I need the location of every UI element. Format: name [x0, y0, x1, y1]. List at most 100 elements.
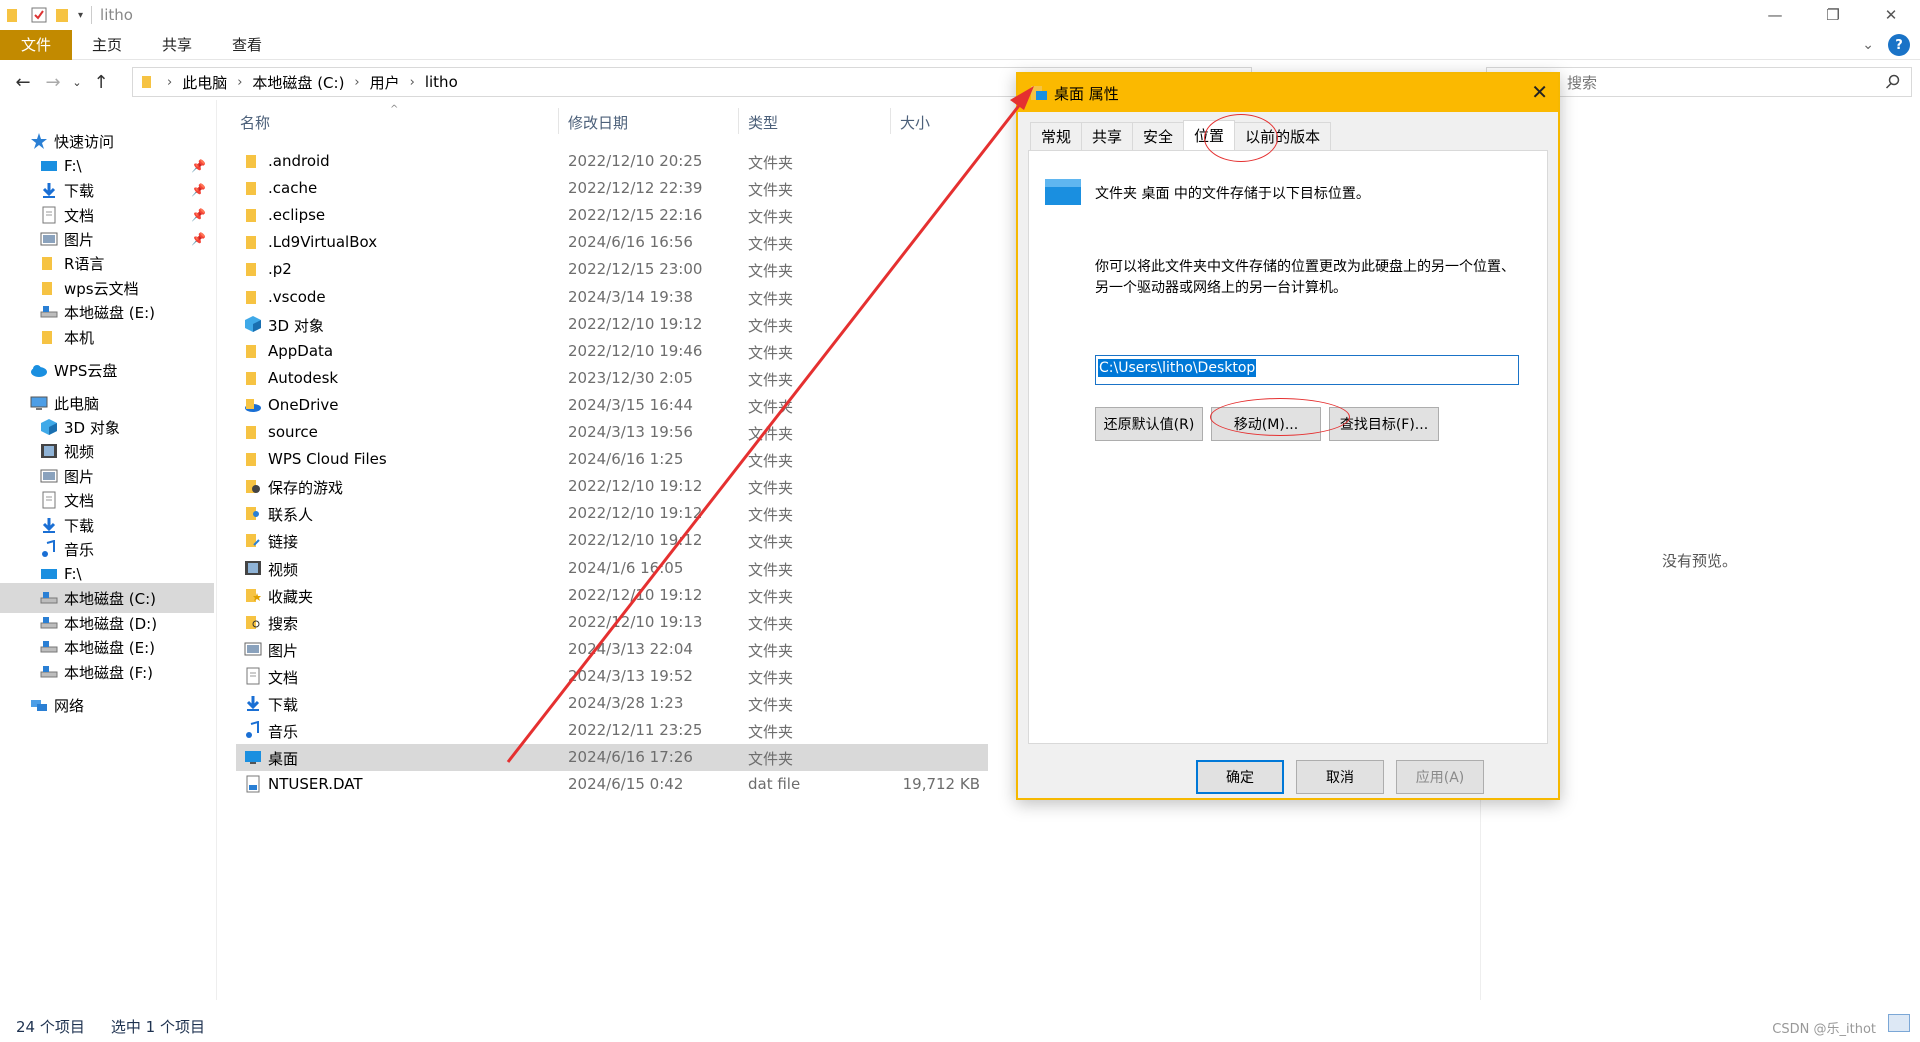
location-path-field[interactable]: C:\Users\litho\Desktop: [1095, 355, 1519, 385]
file-name: 音乐: [268, 723, 299, 742]
table-row[interactable]: 视频 2024/1/6 16:05 文件夹: [236, 555, 988, 582]
document-icon: [42, 491, 56, 509]
disk-icon: [40, 592, 58, 604]
table-row[interactable]: .cache 2022/12/12 22:39 文件夹: [236, 175, 988, 202]
recent-dropdown-icon[interactable]: ⌄: [68, 76, 86, 89]
ok-button[interactable]: 确定: [1196, 760, 1284, 794]
restore-default-button[interactable]: 还原默认值(R): [1095, 407, 1203, 441]
chevron-right-icon: ›: [409, 74, 415, 90]
table-row[interactable]: 桌面 2024/6/16 17:26 文件夹: [236, 744, 988, 772]
table-row[interactable]: .eclipse 2022/12/15 22:16 文件夹: [236, 202, 988, 229]
sidebar-item-label: wps云文档: [64, 279, 139, 298]
file-type: 文件夹: [748, 452, 794, 471]
file-type: 文件夹: [748, 289, 794, 308]
tab-previous-versions[interactable]: 以前的版本: [1234, 122, 1332, 150]
up-arrow-icon[interactable]: ↑: [86, 72, 116, 93]
minimize-icon[interactable]: —: [1746, 0, 1804, 30]
tab-view[interactable]: 查看: [212, 30, 282, 60]
tab-file[interactable]: 文件: [0, 29, 72, 60]
breadcrumb-users[interactable]: 用户: [370, 72, 400, 93]
file-name: 搜索: [268, 614, 299, 633]
properties-icon[interactable]: [30, 6, 48, 24]
file-name: .android: [268, 152, 330, 170]
tab-share[interactable]: 共享: [142, 30, 212, 60]
column-size[interactable]: 大小: [900, 112, 930, 133]
document-icon: [246, 667, 260, 685]
file-date: 2022/12/15 22:16: [568, 206, 703, 225]
tab-general[interactable]: 常规: [1030, 122, 1083, 150]
find-target-button[interactable]: 查找目标(F)...: [1329, 407, 1439, 441]
table-row[interactable]: 保存的游戏 2022/12/10 19:12 文件夹: [236, 473, 988, 500]
cancel-button[interactable]: 取消: [1296, 760, 1384, 794]
folder-icon[interactable]: [6, 6, 24, 24]
sidebar-item[interactable]: WPS云盘: [0, 355, 214, 385]
table-row[interactable]: 音乐 2022/12/11 23:25 文件夹: [236, 717, 988, 744]
watermark: CSDN @乐_ithot: [1772, 1022, 1876, 1037]
table-row[interactable]: .p2 2022/12/15 23:00 文件夹: [236, 256, 988, 283]
table-row[interactable]: .android 2022/12/10 20:25 文件夹: [236, 148, 988, 175]
table-row[interactable]: .vscode 2024/3/14 19:38 文件夹: [236, 284, 988, 311]
breadcrumb-this-pc[interactable]: 此电脑: [182, 72, 227, 93]
breadcrumb-c-drive[interactable]: 本地磁盘 (C:): [252, 72, 344, 93]
file-name: 收藏夹: [268, 587, 314, 606]
sidebar-item[interactable]: 本地磁盘 (F:): [0, 657, 214, 687]
tab-location[interactable]: 位置: [1183, 120, 1236, 150]
column-date[interactable]: 修改日期: [568, 112, 628, 133]
file-name: 链接: [268, 533, 299, 552]
close-icon[interactable]: ✕: [1531, 80, 1548, 104]
column-name[interactable]: 名称: [240, 112, 270, 133]
ribbon-expand-icon[interactable]: ⌄: [1862, 37, 1874, 53]
3d-icon: [41, 419, 57, 435]
ribbon-right: ⌄ ?: [1862, 34, 1910, 56]
download-icon: [42, 183, 56, 198]
chevron-down-icon[interactable]: ▾: [78, 10, 83, 21]
table-row[interactable]: 图片 2024/3/13 22:04 文件夹: [236, 636, 988, 663]
pin-icon[interactable]: 📌: [191, 159, 206, 173]
close-icon[interactable]: ✕: [1862, 0, 1920, 30]
tab-home[interactable]: 主页: [72, 30, 142, 60]
table-row[interactable]: AppData 2022/12/10 19:46 文件夹: [236, 338, 988, 365]
table-row[interactable]: 联系人 2022/12/10 19:12 文件夹: [236, 500, 988, 527]
dialog-title-bar: 桌面 属性 ✕: [1018, 74, 1558, 112]
pin-icon[interactable]: 📌: [191, 208, 206, 222]
file-name: 文档: [268, 668, 299, 687]
folder-icon: [246, 236, 256, 250]
table-row[interactable]: .Ld9VirtualBox 2024/6/16 16:56 文件夹: [236, 229, 988, 256]
table-row[interactable]: 下载 2024/3/28 1:23 文件夹: [236, 690, 988, 717]
forward-arrow-icon[interactable]: →: [38, 72, 68, 93]
location-panel: 文件夹 桌面 中的文件存储于以下目标位置。 你可以将此文件夹中文件存储的位置更改…: [1028, 150, 1548, 744]
table-row[interactable]: OneDrive 2024/3/15 16:44 文件夹: [236, 392, 988, 419]
pin-icon[interactable]: 📌: [191, 183, 206, 197]
details-view-icon[interactable]: [1888, 1014, 1910, 1032]
tab-security[interactable]: 安全: [1132, 122, 1185, 150]
table-row[interactable]: 收藏夹 2022/12/10 19:12 文件夹: [236, 582, 988, 609]
table-row[interactable]: 链接 2022/12/10 19:12 文件夹: [236, 527, 988, 554]
document-icon: [42, 206, 56, 224]
sidebar-item-label: R语言: [64, 254, 105, 273]
column-type[interactable]: 类型: [748, 112, 778, 133]
restore-icon[interactable]: ❐: [1804, 0, 1862, 30]
table-row[interactable]: WPS Cloud Files 2024/6/16 1:25 文件夹: [236, 446, 988, 473]
pin-icon[interactable]: 📌: [191, 232, 206, 246]
chevron-right-icon: ›: [167, 74, 173, 90]
table-row[interactable]: 文档 2024/3/13 19:52 文件夹: [236, 663, 988, 690]
table-row[interactable]: Autodesk 2023/12/30 2:05 文件夹: [236, 365, 988, 392]
new-folder-icon[interactable]: [54, 6, 72, 24]
music-icon: [42, 540, 55, 557]
table-row[interactable]: 3D 对象 2022/12/10 19:12 文件夹: [236, 311, 988, 338]
breadcrumb-litho[interactable]: litho: [425, 73, 458, 91]
table-row[interactable]: NTUSER.DAT 2024/6/15 0:42 dat file 19,712 K…: [236, 771, 988, 798]
table-row[interactable]: source 2024/3/13 19:56 文件夹: [236, 419, 988, 446]
sidebar-item[interactable]: 本机: [0, 322, 214, 352]
file-name: OneDrive: [268, 395, 339, 414]
move-button[interactable]: 移动(M)...: [1211, 407, 1321, 441]
sidebar-item[interactable]: 网络: [0, 690, 214, 720]
folder-icon: [142, 76, 151, 88]
tab-sharing[interactable]: 共享: [1081, 122, 1134, 150]
favorites-icon: [246, 588, 261, 602]
back-arrow-icon[interactable]: ←: [8, 72, 38, 93]
search-icon: [1885, 74, 1900, 89]
table-row[interactable]: 搜索 2022/12/10 19:13 文件夹: [236, 609, 988, 636]
help-icon[interactable]: ?: [1888, 34, 1910, 56]
file-date: 2022/12/10 19:12: [568, 585, 703, 604]
